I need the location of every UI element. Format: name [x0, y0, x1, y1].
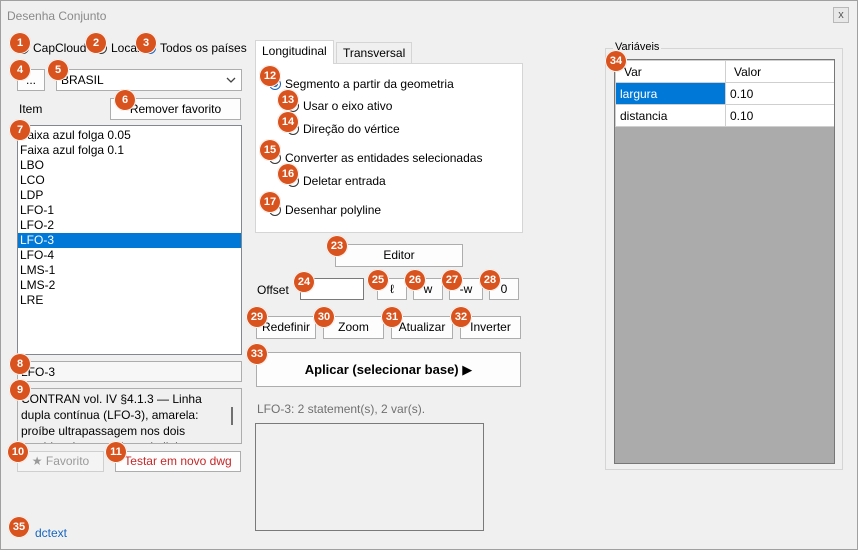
list-item[interactable]: LFO-2 — [18, 218, 241, 233]
main-window: Desenha Conjunto x CapCloud Local Todos … — [0, 0, 858, 550]
annotation-badge: 4 — [9, 59, 31, 81]
description-scrollbar[interactable] — [231, 407, 233, 425]
radio-convert-selected[interactable]: Converter as entidades selecionadas — [269, 151, 482, 165]
list-item[interactable]: LFO-4 — [18, 248, 241, 263]
annotation-badge: 31 — [381, 306, 403, 328]
country-select[interactable]: BRASIL — [56, 69, 242, 91]
annotation-badge: 1 — [9, 32, 31, 54]
annotation-badge: 9 — [9, 379, 31, 401]
radio-capcloud-label: CapCloud — [33, 41, 87, 55]
annotation-badge: 12 — [259, 65, 281, 87]
list-item[interactable]: LFO-1 — [18, 203, 241, 218]
radio-active-axis[interactable]: Usar o eixo ativo — [287, 99, 392, 113]
item-list[interactable]: Faixa azul folga 0.05 Faixa azul folga 0.… — [17, 125, 242, 355]
var-value-cell[interactable]: 0.10 — [725, 104, 834, 127]
item-description-text: CONTRAN vol. IV §4.1.3 — Linha dupla con… — [21, 392, 202, 443]
annotation-badge: 7 — [9, 119, 31, 141]
status-text: LFO-3: 2 statement(s), 2 var(s). — [257, 402, 426, 416]
offset-label: Offset — [257, 283, 289, 297]
annotation-badge: 24 — [293, 271, 315, 293]
title-bar: Desenha Conjunto x — [1, 1, 857, 31]
list-item[interactable]: LMS-1 — [18, 263, 241, 278]
radio-all-countries-label: Todos os países — [160, 41, 247, 55]
editor-button[interactable]: Editor — [335, 244, 463, 267]
annotation-badge: 11 — [105, 441, 127, 463]
annotation-badge: 13 — [277, 89, 299, 111]
radio-all-countries[interactable]: Todos os países — [144, 41, 247, 55]
variables-table: Var Valor largura 0.10 distancia 0.10 — [615, 60, 834, 127]
col-var-header[interactable]: Var — [615, 60, 726, 83]
annotation-badge: 35 — [8, 516, 30, 538]
item-header: Item — [19, 102, 43, 116]
close-button[interactable]: x — [833, 7, 849, 23]
var-name-cell[interactable]: largura — [615, 82, 726, 105]
var-value-cell[interactable]: 0.10 — [725, 82, 834, 105]
annotation-badge: 14 — [277, 111, 299, 133]
list-item[interactable]: LBO — [18, 158, 241, 173]
checkbox-draw-polyline-label: Desenhar polyline — [285, 203, 382, 217]
chevron-down-icon — [226, 77, 236, 83]
checkbox-draw-polyline[interactable]: Desenhar polyline — [269, 203, 381, 217]
annotation-badge: 26 — [404, 269, 426, 291]
radio-segment-geometry[interactable]: Segmento a partir da geometria — [269, 77, 454, 91]
list-item[interactable]: LRE — [18, 293, 241, 308]
list-item[interactable]: Faixa azul folga 0.1 — [18, 143, 241, 158]
preview-area[interactable] — [255, 423, 484, 531]
favorite-button[interactable]: ★ Favorito — [17, 451, 104, 472]
annotation-badge: 16 — [277, 163, 299, 185]
item-description[interactable]: CONTRAN vol. IV §4.1.3 — Linha dupla con… — [17, 388, 242, 444]
table-row[interactable]: largura 0.10 — [615, 82, 834, 105]
var-name-cell[interactable]: distancia — [615, 104, 726, 127]
table-row[interactable]: distancia 0.10 — [615, 104, 834, 127]
variables-grid[interactable]: Var Valor largura 0.10 distancia 0.10 — [614, 59, 835, 464]
checkbox-delete-input[interactable]: Deletar entrada — [287, 174, 386, 188]
list-item[interactable]: LMS-2 — [18, 278, 241, 293]
dctext-link[interactable]: dctext — [35, 526, 67, 540]
window-title: Desenha Conjunto — [7, 9, 107, 23]
annotation-badge: 34 — [605, 50, 627, 72]
item-list-items: Faixa azul folga 0.05 Faixa azul folga 0.… — [18, 126, 241, 308]
annotation-badge: 27 — [441, 269, 463, 291]
radio-segment-label: Segmento a partir da geometria — [285, 77, 454, 91]
list-item[interactable]: LFO-3 — [18, 233, 241, 248]
annotation-badge: 29 — [246, 306, 268, 328]
annotation-badge: 33 — [246, 343, 268, 365]
tab-transversal[interactable]: Transversal — [336, 42, 413, 64]
radio-convert-label: Converter as entidades selecionadas — [285, 151, 483, 165]
annotation-badge: 28 — [479, 269, 501, 291]
list-item[interactable]: LCO — [18, 173, 241, 188]
test-new-dwg-button[interactable]: Testar em novo dwg — [115, 451, 241, 472]
annotation-badge: 5 — [47, 59, 69, 81]
list-item[interactable]: LDP — [18, 188, 241, 203]
annotation-badge: 8 — [9, 353, 31, 375]
list-item[interactable]: Faixa azul folga 0.05 — [18, 128, 241, 143]
checkbox-delete-input-label: Deletar entrada — [303, 174, 386, 188]
radio-active-axis-label: Usar o eixo ativo — [303, 99, 393, 113]
annotation-badge: 10 — [7, 441, 29, 463]
annotation-badge: 23 — [326, 235, 348, 257]
close-icon: x — [838, 9, 844, 21]
annotation-badge: 17 — [259, 191, 281, 213]
item-name-field[interactable]: LFO-3 — [17, 361, 242, 382]
annotation-badge: 30 — [313, 306, 335, 328]
tab-longitudinal[interactable]: Longitudinal — [255, 40, 334, 64]
annotation-badge: 2 — [85, 32, 107, 54]
annotation-badge: 25 — [367, 269, 389, 291]
col-value-header[interactable]: Valor — [725, 60, 834, 83]
annotation-badge: 32 — [450, 306, 472, 328]
radio-vertex-direction[interactable]: Direção do vértice — [287, 122, 400, 136]
apply-button[interactable]: Aplicar (selecionar base) ▶ — [256, 352, 521, 387]
annotation-badge: 3 — [135, 32, 157, 54]
radio-vertex-direction-label: Direção do vértice — [303, 122, 400, 136]
annotation-badge: 6 — [114, 89, 136, 111]
annotation-badge: 15 — [259, 139, 281, 161]
